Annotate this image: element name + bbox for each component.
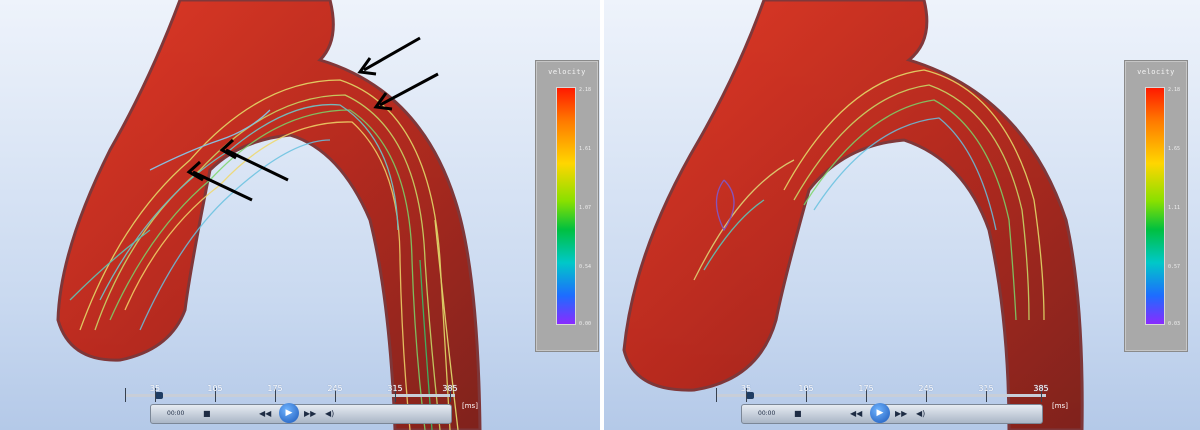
color-scale-bar [1145,87,1165,325]
legend-title: velocity [1137,68,1175,76]
timeline-tick [125,388,126,402]
legend-tick: 0.00 [579,321,592,327]
legend-tick: 0.57 [1168,264,1181,270]
timeline-label: 105 [207,384,223,393]
velocity-legend: velocity 2.18 1.61 1.07 0.54 0.00 [535,60,599,352]
legend-tick: 1.07 [579,205,592,211]
forward-icon[interactable]: ▶▶ [304,408,316,420]
stop-icon[interactable]: ■ [203,408,211,420]
timeline-label: 315 [387,384,403,393]
volume-icon[interactable]: ◀) [916,408,925,420]
timeline-label: 385 [1033,384,1049,393]
legend-tick: 2.18 [579,87,592,93]
legend-tick: 1.61 [579,146,592,152]
timeline-label: 245 [327,384,343,393]
time-display: 00:00 [758,410,776,417]
timeline-handle[interactable] [746,392,754,399]
right-flow-panel: velocity 2.18 1.65 1.11 0.57 0.03 35 105… [604,0,1200,430]
legend-tick: 1.11 [1168,205,1181,211]
timeline-label: 175 [858,384,874,393]
timeline-label: 315 [978,384,994,393]
rewind-icon[interactable]: ◀◀ [850,408,862,420]
timeline-label: 385 [442,384,458,393]
viewer-window: velocity 2.18 1.61 1.07 0.54 0.00 35 105… [0,0,1200,430]
playback-controls: 35 105 175 245 315 385 00:00 ■ ◀◀ ▶ ▶▶ ◀… [0,372,600,430]
playback-controls: 35 105 175 245 315 385 00:00 ■ ◀◀ ▶ ▶▶ ◀… [604,372,1200,430]
aorta-render [56,0,482,430]
color-scale-bar [556,87,576,325]
legend-tick: 0.54 [579,264,592,270]
velocity-legend: velocity 2.18 1.65 1.11 0.57 0.03 [1124,60,1188,352]
timeline-label: 105 [798,384,814,393]
rewind-icon[interactable]: ◀◀ [259,408,271,420]
time-unit: [ms] [1052,402,1068,410]
legend-tick: 1.65 [1168,146,1181,152]
left-flow-panel: velocity 2.18 1.61 1.07 0.54 0.00 35 105… [0,0,600,430]
timeline-handle[interactable] [155,392,163,399]
timeline-slider[interactable]: 35 105 175 245 315 385 [716,384,1049,402]
time-unit: [ms] [462,402,478,410]
volume-icon[interactable]: ◀) [325,408,334,420]
play-icon[interactable]: ▶ [870,403,890,423]
stop-icon[interactable]: ■ [794,408,802,420]
timeline-label: 35 [149,384,161,393]
forward-icon[interactable]: ▶▶ [895,408,907,420]
control-bar: 00:00 ■ ◀◀ ▶ ▶▶ ◀) [150,403,452,424]
aorta-render [622,0,1084,430]
time-display: 00:00 [167,410,185,417]
timeline-tick [716,388,717,402]
timeline-label: 245 [918,384,934,393]
timeline-label: 35 [740,384,752,393]
timeline-slider[interactable]: 35 105 175 245 315 385 [125,384,458,402]
play-icon[interactable]: ▶ [279,403,299,423]
legend-title: velocity [548,68,586,76]
legend-tick: 0.03 [1168,321,1181,327]
legend-tick: 2.18 [1168,87,1181,93]
control-bar: 00:00 ■ ◀◀ ▶ ▶▶ ◀) [741,403,1043,424]
timeline-label: 175 [267,384,283,393]
